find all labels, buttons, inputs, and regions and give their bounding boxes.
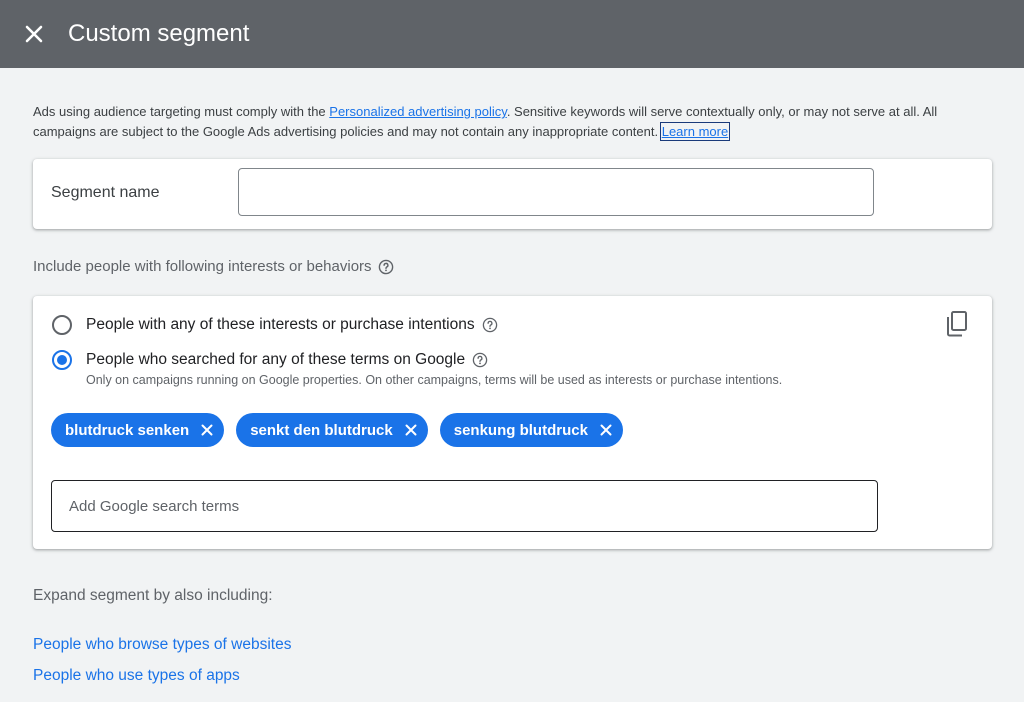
help-icon[interactable]	[472, 352, 488, 368]
chip-remove-button[interactable]	[198, 421, 216, 439]
google-search-terms-input[interactable]	[51, 480, 878, 532]
close-icon	[25, 25, 43, 43]
chip-label: senkt den blutdruck	[250, 421, 393, 439]
search-terms-sublabel: Only on campaigns running on Google prop…	[86, 373, 783, 387]
radio-search-terms-option[interactable]: People who searched for any of these ter…	[52, 350, 488, 370]
chip[interactable]: blutdruck senken	[51, 413, 225, 447]
search-term-chips: blutdruck senken senkt den blutdruck sen…	[51, 413, 623, 447]
use-apps-link[interactable]: People who use types of apps	[33, 667, 240, 685]
radio-search-terms-label: People who searched for any of these ter…	[86, 351, 466, 368]
chip-remove-button[interactable]	[597, 421, 615, 439]
chip-label: blutdruck senken	[65, 421, 190, 439]
include-label-text: Include people with following interests …	[33, 258, 372, 275]
personalized-advertising-policy-link[interactable]: Personalized advertising policy	[329, 104, 507, 119]
radio-interests-option[interactable]: People with any of these interests or pu…	[52, 315, 498, 335]
notice-text-start: Ads using audience targeting must comply…	[33, 104, 330, 119]
help-icon[interactable]	[378, 259, 394, 275]
chip-label: senkung blutdruck	[453, 421, 588, 439]
copy-icon	[947, 311, 967, 337]
copy-button[interactable]	[944, 310, 970, 343]
radio-interests-label: People with any of these interests or pu…	[86, 316, 475, 333]
learn-more-link[interactable]: Learn more	[659, 122, 731, 141]
help-icon[interactable]	[482, 317, 498, 333]
close-icon	[600, 424, 612, 436]
close-icon	[405, 424, 417, 436]
radio-button[interactable]	[52, 315, 72, 335]
expand-segment-label: Expand segment by also including:	[33, 587, 273, 604]
search-terms-card: People with any of these interests or pu…	[33, 296, 992, 549]
chip-remove-button[interactable]	[402, 421, 420, 439]
header-bar: Custom segment	[0, 0, 1024, 68]
include-section-label: Include people with following interests …	[33, 258, 394, 275]
policy-notice: Ads using audience targeting must comply…	[33, 102, 998, 142]
segment-name-input[interactable]	[238, 168, 874, 216]
segment-name-label: Segment name	[51, 184, 160, 201]
page-title: Custom segment	[68, 20, 250, 47]
chip[interactable]: senkung blutdruck	[439, 413, 623, 447]
chip[interactable]: senkt den blutdruck	[236, 413, 428, 447]
browse-websites-link[interactable]: People who browse types of websites	[33, 636, 291, 654]
segment-name-card: Segment name	[33, 159, 992, 229]
close-icon	[201, 424, 213, 436]
radio-button-selected[interactable]	[52, 350, 72, 370]
close-button[interactable]	[20, 20, 48, 48]
